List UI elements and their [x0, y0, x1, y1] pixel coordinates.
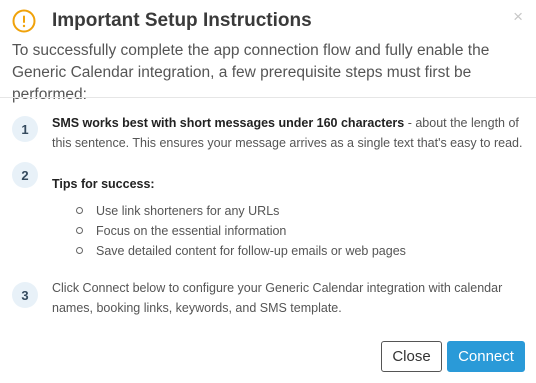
header-divider: [0, 97, 536, 98]
tip-item: Save detailed content for follow-up emai…: [76, 241, 406, 261]
tip-text: Focus on the essential information: [96, 224, 287, 238]
step-2-title: Tips for success:: [52, 174, 528, 194]
tip-item: Use link shorteners for any URLs: [76, 201, 406, 221]
warning-icon: [12, 9, 36, 33]
bullet-icon: [76, 227, 83, 234]
step-3-text: Click Connect below to configure your Ge…: [52, 281, 503, 315]
tip-text: Save detailed content for follow-up emai…: [96, 244, 406, 258]
tips-list: Use link shorteners for any URLs Focus o…: [76, 201, 406, 261]
bullet-icon: [76, 207, 83, 214]
connect-button[interactable]: Connect: [447, 341, 525, 372]
step-number-2: 2: [12, 162, 38, 188]
tip-item: Focus on the essential information: [76, 221, 406, 241]
close-icon[interactable]: ×: [513, 7, 523, 27]
setup-instructions-dialog: Important Setup Instructions × To succes…: [0, 0, 536, 383]
step-number-1: 1: [12, 116, 38, 142]
bullet-icon: [76, 247, 83, 254]
close-button[interactable]: Close: [381, 341, 442, 372]
dialog-header: Important Setup Instructions × To succes…: [0, 0, 536, 103]
dialog-title: Important Setup Instructions: [52, 10, 312, 31]
tips-title: Tips for success:: [52, 177, 155, 191]
step-number-3: 3: [12, 282, 38, 308]
step-1-bold: SMS works best with short messages under…: [52, 116, 405, 130]
step-1-text: SMS works best with short messages under…: [52, 113, 528, 153]
tip-text: Use link shorteners for any URLs: [96, 204, 280, 218]
